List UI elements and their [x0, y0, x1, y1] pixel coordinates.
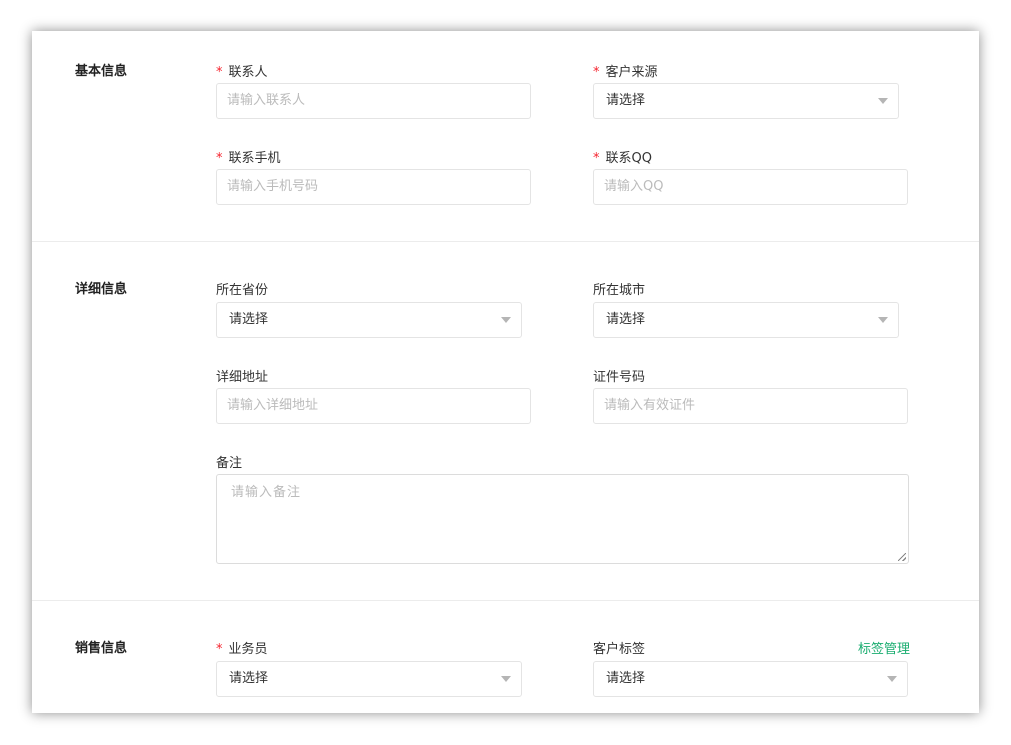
contact-placeholder: 请输入联系人: [227, 93, 306, 108]
address-label: 详细地址: [216, 370, 269, 385]
required-mark: *: [216, 151, 223, 166]
required-mark: *: [593, 151, 600, 166]
phone-label: * 联系手机: [216, 151, 281, 166]
province-label: 所在省份: [216, 283, 269, 298]
id-number-label: 证件号码: [593, 370, 646, 385]
id-number-input[interactable]: 请输入有效证件: [593, 388, 908, 424]
qq-placeholder: 请输入QQ: [604, 179, 664, 194]
city-select-value: 请选择: [606, 312, 646, 327]
province-select-value: 请选择: [229, 312, 269, 327]
remark-placeholder: 请输入备注: [231, 485, 302, 500]
salesperson-label: * 业务员: [216, 642, 268, 657]
qq-label: * 联系QQ: [593, 151, 652, 166]
required-mark: *: [216, 65, 223, 80]
required-mark: *: [216, 642, 223, 657]
section-title-basic: 基本信息: [75, 64, 128, 79]
tag-management-link[interactable]: 标签管理: [858, 638, 910, 657]
section-title-detail: 详细信息: [75, 282, 128, 297]
salesperson-select[interactable]: 请选择: [216, 661, 522, 697]
address-placeholder: 请输入详细地址: [227, 398, 319, 413]
required-mark: *: [593, 65, 600, 80]
resize-handle-icon[interactable]: [898, 553, 906, 561]
chevron-down-icon: [878, 317, 888, 323]
salesperson-select-value: 请选择: [229, 671, 269, 686]
tags-select[interactable]: 请选择: [593, 661, 908, 697]
chevron-down-icon: [501, 317, 511, 323]
customer-form-card: 基本信息 * 联系人 请输入联系人 * 客户来源 请选择 * 联系手机 请输入手机号码…: [32, 31, 979, 713]
city-label: 所在城市: [593, 283, 646, 298]
province-select[interactable]: 请选择: [216, 302, 522, 338]
contact-label: * 联系人: [216, 65, 268, 80]
tags-select-value: 请选择: [606, 671, 646, 686]
qq-input[interactable]: 请输入QQ: [593, 169, 908, 205]
source-select-value: 请选择: [606, 93, 646, 108]
tags-label: 客户标签: [593, 642, 646, 657]
section-divider: [32, 600, 979, 601]
remark-textarea[interactable]: 请输入备注: [216, 474, 909, 564]
chevron-down-icon: [501, 676, 511, 682]
source-select[interactable]: 请选择: [593, 83, 899, 119]
remark-label: 备注: [216, 456, 243, 471]
phone-input[interactable]: 请输入手机号码: [216, 169, 531, 205]
source-label: * 客户来源: [593, 65, 658, 80]
chevron-down-icon: [887, 676, 897, 682]
section-divider: [32, 241, 979, 242]
section-title-sales: 销售信息: [75, 641, 128, 656]
city-select[interactable]: 请选择: [593, 302, 899, 338]
contact-input[interactable]: 请输入联系人: [216, 83, 531, 119]
chevron-down-icon: [878, 98, 888, 104]
id-number-placeholder: 请输入有效证件: [604, 398, 696, 413]
address-input[interactable]: 请输入详细地址: [216, 388, 531, 424]
phone-placeholder: 请输入手机号码: [227, 179, 319, 194]
